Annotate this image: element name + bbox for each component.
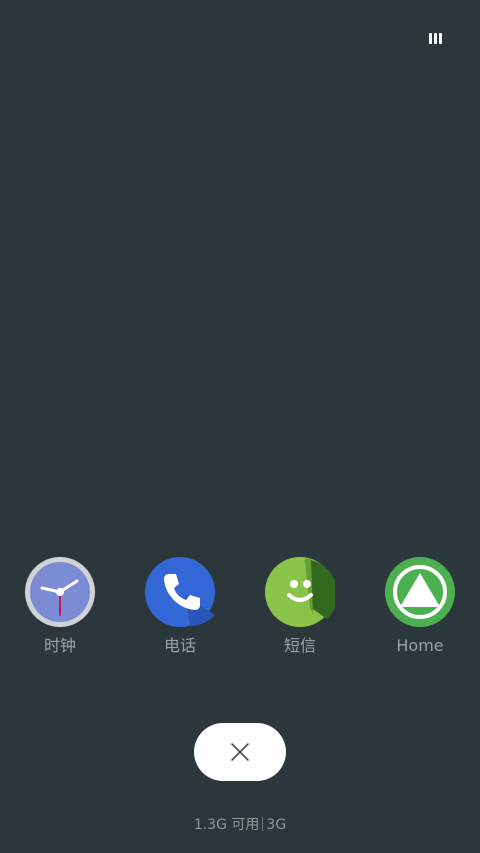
recent-app-label: 电话 bbox=[163, 636, 196, 655]
memory-total: 3G bbox=[266, 817, 287, 833]
clock-icon bbox=[25, 557, 95, 627]
recent-app-label: Home bbox=[396, 636, 444, 655]
messages-icon bbox=[265, 557, 335, 627]
recent-app-label: 短信 bbox=[283, 636, 316, 655]
recent-app-messages[interactable]: 短信 bbox=[245, 557, 355, 667]
home-triangle-icon bbox=[385, 557, 455, 627]
memory-separator bbox=[262, 817, 264, 831]
grid-view-icon[interactable] bbox=[429, 32, 442, 45]
memory-status: 1.3G 可用 3G bbox=[0, 815, 480, 835]
phone-icon bbox=[145, 557, 215, 627]
close-icon bbox=[231, 743, 249, 761]
grid-view-bar bbox=[429, 33, 432, 44]
recent-app-home[interactable]: Home bbox=[365, 557, 475, 667]
recent-app-phone[interactable]: 电话 bbox=[125, 557, 235, 667]
grid-view-bar bbox=[434, 33, 437, 44]
recent-apps-row: 时钟 电话 短信 Home bbox=[0, 557, 480, 667]
recent-app-clock[interactable]: 时钟 bbox=[5, 557, 115, 667]
clear-all-button[interactable] bbox=[194, 723, 286, 781]
memory-available: 1.3G 可用 bbox=[193, 817, 260, 833]
grid-view-bar bbox=[439, 33, 442, 44]
recent-app-label: 时钟 bbox=[43, 636, 76, 655]
